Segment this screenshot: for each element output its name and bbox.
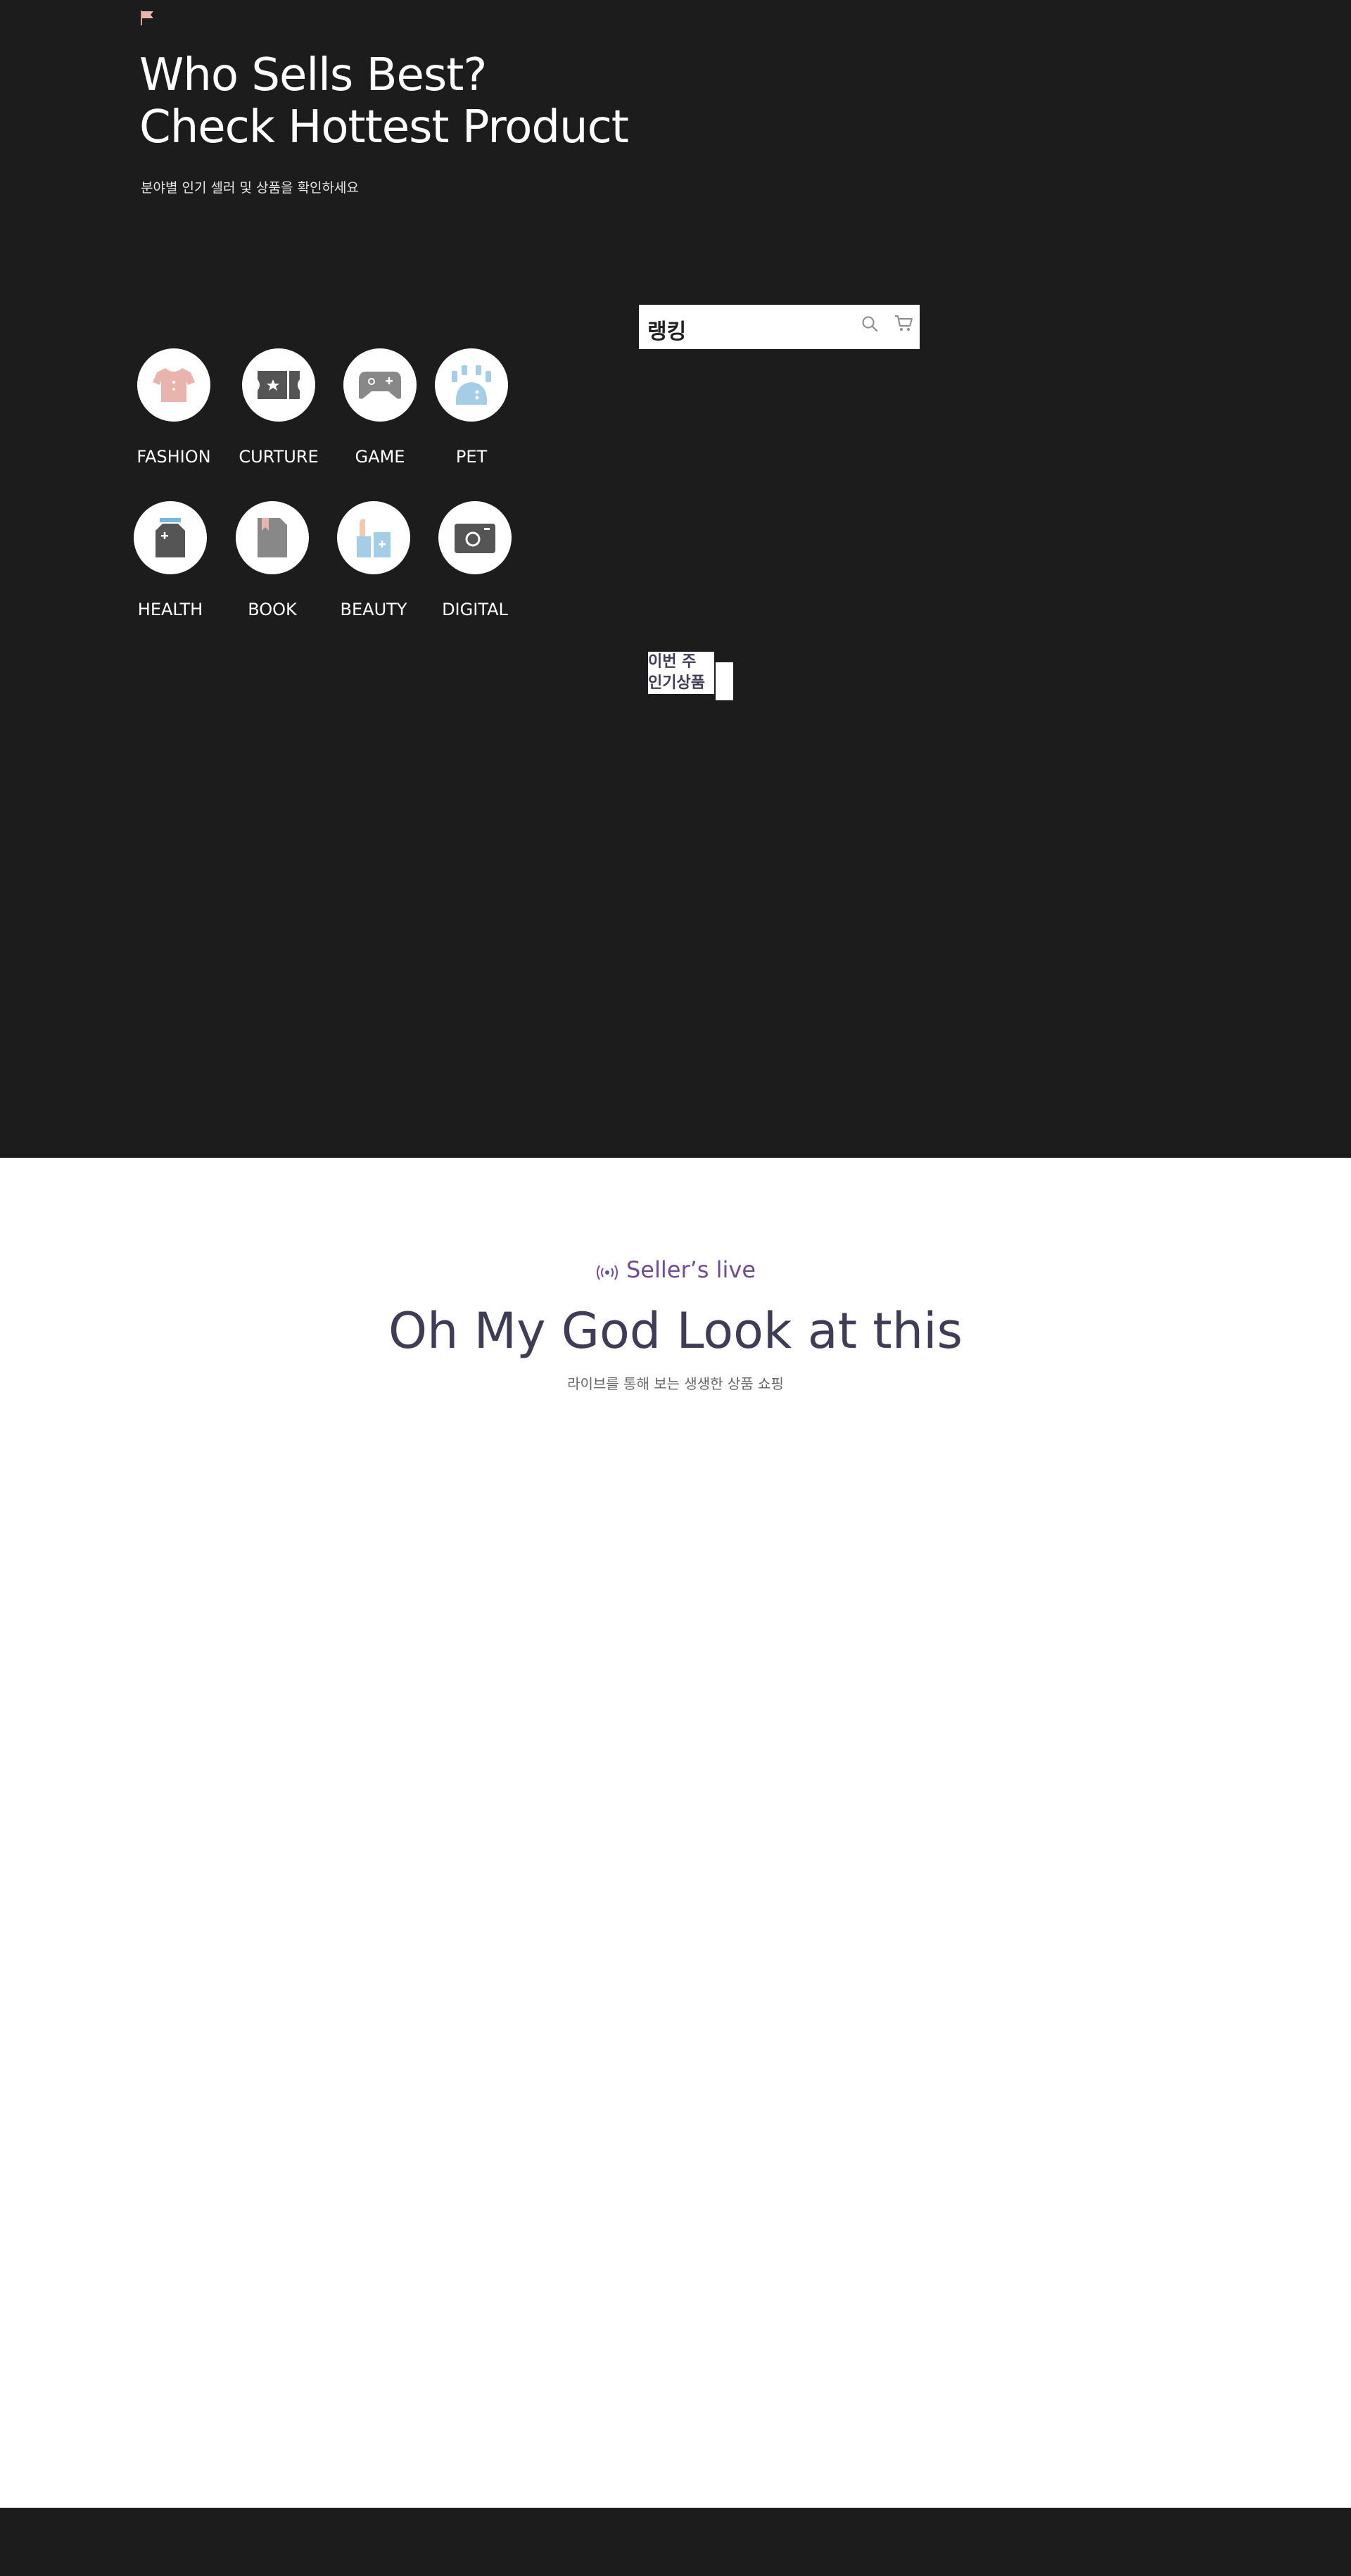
category-label: CURTURE (239, 447, 319, 467)
category-circle (435, 348, 508, 422)
category-health[interactable]: HEALTH (114, 501, 227, 628)
category-digital[interactable]: DIGITAL (419, 501, 531, 628)
broadcast-icon (596, 1265, 618, 1280)
search-icon[interactable] (861, 315, 879, 333)
cosmetics-icon (357, 519, 391, 557)
weekly-popular-label: 이번 주 인기상품 (648, 652, 714, 694)
category-culture[interactable]: CURTURE (222, 348, 335, 475)
category-label: FASHION (137, 447, 211, 467)
shirt-icon (153, 368, 195, 402)
category-label: PET (455, 447, 488, 467)
ticket-icon (258, 371, 300, 399)
hero-subtitle: 분야별 인기 셀러 및 상품을 확인하세요 (141, 180, 359, 196)
cart-icon[interactable] (894, 313, 913, 333)
hero-title: Who Sells Best? Check Hottest Product (139, 49, 629, 153)
footer (0, 2508, 1351, 2576)
live-eyebrow: Seller’s live (0, 1256, 1351, 1283)
category-label: BOOK (248, 600, 297, 619)
live-heading: Oh My God Look at this (388, 1302, 963, 1360)
weekly-label-backdrop (716, 662, 733, 700)
category-label: HEALTH (137, 600, 203, 619)
live-subtitle: 라이브를 통해 보는 생생한 상품 쇼핑 (567, 1375, 784, 1392)
medicine-bottle-icon (156, 518, 185, 557)
ranking-title: 랭킹 (647, 320, 687, 344)
hero-title-line-1: Who Sells Best? (139, 49, 487, 101)
category-circle (137, 348, 210, 422)
category-circle (343, 348, 417, 422)
camera-icon (455, 524, 495, 553)
gamepad-icon (359, 372, 401, 399)
category-circle (337, 501, 410, 574)
category-beauty[interactable]: BEAUTY (317, 501, 430, 628)
live-eyebrow-label: Seller’s live (626, 1256, 756, 1283)
category-book[interactable]: BOOK (216, 501, 329, 628)
category-circle (134, 501, 207, 574)
sellers-live-section: Seller’s live Oh My God Look at this 라이브… (0, 1158, 1351, 2508)
paw-icon (452, 365, 491, 405)
category-pet[interactable]: PET (415, 348, 528, 475)
category-circle (236, 501, 309, 574)
book-icon (258, 518, 287, 557)
category-fashion[interactable]: FASHION (118, 348, 230, 475)
category-label: BEAUTY (340, 600, 407, 619)
category-label: DIGITAL (442, 600, 508, 619)
category-circle (438, 501, 512, 574)
hero-title-line-2: Check Hottest Product (139, 101, 629, 153)
hero-section: Who Sells Best? Check Hottest Product 분야… (0, 0, 1351, 1158)
category-circle (242, 348, 315, 422)
flag-icon (141, 11, 153, 25)
ranking-header: 랭킹 (639, 305, 920, 349)
